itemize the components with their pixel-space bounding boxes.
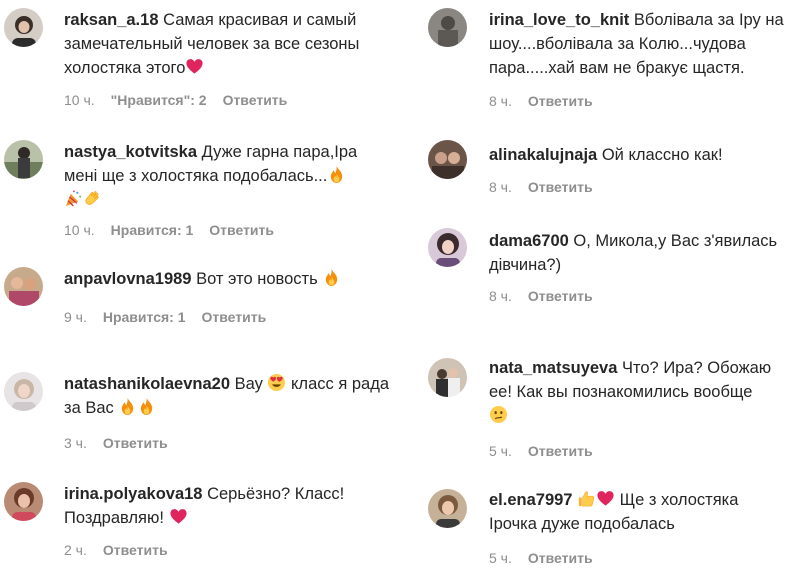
fire-icon	[118, 397, 137, 416]
comment-time: 10 ч.	[64, 222, 95, 238]
avatar[interactable]	[4, 267, 43, 306]
comment-likes[interactable]: Нравится: 1	[111, 222, 194, 238]
avatar[interactable]	[428, 358, 467, 397]
reply-button[interactable]: Ответить	[223, 92, 288, 108]
comment-item: nastya_kotvitska Дуже гарна пара,Іра мен…	[0, 140, 400, 240]
comment-likes[interactable]: "Нравится": 2	[111, 92, 207, 108]
confused-face-icon	[489, 405, 508, 424]
comment-username[interactable]: irina.polyakova18	[64, 485, 203, 503]
comment-meta: 8 ч. Ответить	[489, 179, 593, 195]
avatar[interactable]	[4, 8, 43, 47]
comment-text: irina_love_to_knit Вболівала за Іру на ш…	[489, 11, 784, 77]
comment-username[interactable]: nastya_kotvitska	[64, 143, 197, 161]
red-heart-icon	[169, 507, 188, 526]
fire-icon	[327, 165, 346, 184]
comment-meta: 8 ч. Ответить	[489, 93, 593, 109]
fire-icon	[137, 397, 156, 416]
comment-username[interactable]: el.ena7997	[489, 491, 572, 509]
reply-button[interactable]: Ответить	[209, 222, 274, 238]
red-heart-icon	[185, 57, 204, 76]
reply-button[interactable]: Ответить	[528, 93, 593, 109]
avatar[interactable]	[428, 8, 467, 47]
comment-item: irina_love_to_knit Вболівала за Іру на ш…	[418, 8, 795, 116]
fire-icon	[322, 268, 341, 287]
heart-eyes-icon	[267, 373, 286, 392]
avatar[interactable]	[4, 372, 43, 411]
comment-text: alinakalujnaja Ой классно как!	[489, 146, 723, 164]
reply-button[interactable]: Ответить	[528, 443, 593, 459]
avatar[interactable]	[428, 489, 467, 528]
comment-meta: 2 ч. Ответить	[64, 542, 168, 558]
comment-username[interactable]: natashanikolaevna20	[64, 375, 230, 393]
comment-time: 9 ч.	[64, 309, 87, 325]
comment-likes[interactable]: Нравится: 1	[103, 309, 186, 325]
comment-item: raksan_a.18 Самая красивая и самый замеч…	[0, 8, 400, 116]
avatar[interactable]	[4, 482, 43, 521]
comment-text: irina.polyakova18 Серьёзно? Класс! Поздр…	[64, 485, 345, 527]
comment-time: 8 ч.	[489, 179, 512, 195]
comment-meta: 5 ч. Ответить	[489, 550, 593, 566]
reply-button[interactable]: Ответить	[103, 435, 168, 451]
comment-username[interactable]: raksan_a.18	[64, 11, 159, 29]
comment-meta: 8 ч. Ответить	[489, 288, 593, 304]
comment-username[interactable]: anpavlovna1989	[64, 270, 192, 288]
comment-text: raksan_a.18 Самая красивая и самый замеч…	[64, 11, 360, 77]
thumbs-up-icon	[577, 489, 596, 508]
comment-meta: 10 ч. Нравится: 1 Ответить	[64, 222, 274, 238]
comment-item: el.ena7997 Ще з холостяка Ірочка дуже по…	[418, 488, 795, 568]
party-popper-icon	[64, 189, 83, 208]
red-heart-icon	[596, 489, 615, 508]
comment-time: 10 ч.	[64, 92, 95, 108]
comment-text: el.ena7997 Ще з холостяка Ірочка дуже по…	[489, 489, 739, 533]
comment-item: dama6700 О, Микола,у Вас з'явилась дівчи…	[418, 228, 795, 308]
comment-time: 2 ч.	[64, 542, 87, 558]
comment-time: 5 ч.	[489, 443, 512, 459]
comment-item: irina.polyakova18 Серьёзно? Класс! Поздр…	[0, 482, 400, 562]
comment-text: anpavlovna1989 Вот это новость	[64, 267, 390, 291]
reply-button[interactable]: Ответить	[528, 550, 593, 566]
comment-text: natashanikolaevna20 Вау класс я рада за …	[64, 373, 389, 417]
comment-meta: 3 ч. Ответить	[64, 435, 168, 451]
comment-time: 5 ч.	[489, 550, 512, 566]
comment-meta: 10 ч. "Нравится": 2 Ответить	[64, 92, 287, 108]
comment-item: alinakalujnaja Ой классно как! 8 ч. Ответ…	[418, 140, 795, 200]
comment-text: nastya_kotvitska Дуже гарна пара,Іра мен…	[64, 140, 390, 212]
reply-button[interactable]: Ответить	[528, 179, 593, 195]
comment-username[interactable]: irina_love_to_knit	[489, 11, 629, 29]
comment-username[interactable]: nata_matsuyeva	[489, 359, 617, 377]
comment-username[interactable]: alinakalujnaja	[489, 146, 597, 164]
comment-item: natashanikolaevna20 Вау класс я рада за …	[0, 372, 400, 452]
comment-time: 3 ч.	[64, 435, 87, 451]
comment-item: nata_matsuyeva Что? Ира? Обожаю ее! Как …	[418, 356, 795, 466]
reply-button[interactable]: Ответить	[103, 542, 168, 558]
reply-button[interactable]: Ответить	[202, 309, 267, 325]
comment-item: anpavlovna1989 Вот это новость 9 ч. Нрави…	[0, 267, 400, 327]
reply-button[interactable]: Ответить	[528, 288, 593, 304]
comment-time: 8 ч.	[489, 288, 512, 304]
avatar[interactable]	[428, 140, 467, 179]
comment-username[interactable]: dama6700	[489, 232, 569, 250]
avatar[interactable]	[428, 228, 467, 267]
comment-text: dama6700 О, Микола,у Вас з'явилась дівчи…	[489, 232, 778, 274]
avatar[interactable]	[4, 140, 43, 179]
comment-meta: 9 ч. Нравится: 1 Ответить	[64, 309, 266, 325]
comment-text: nata_matsuyeva Что? Ира? Обожаю ее! Как …	[489, 356, 789, 428]
clapping-hands-icon	[83, 189, 102, 208]
comment-meta: 5 ч. Ответить	[489, 443, 593, 459]
comment-time: 8 ч.	[489, 93, 512, 109]
